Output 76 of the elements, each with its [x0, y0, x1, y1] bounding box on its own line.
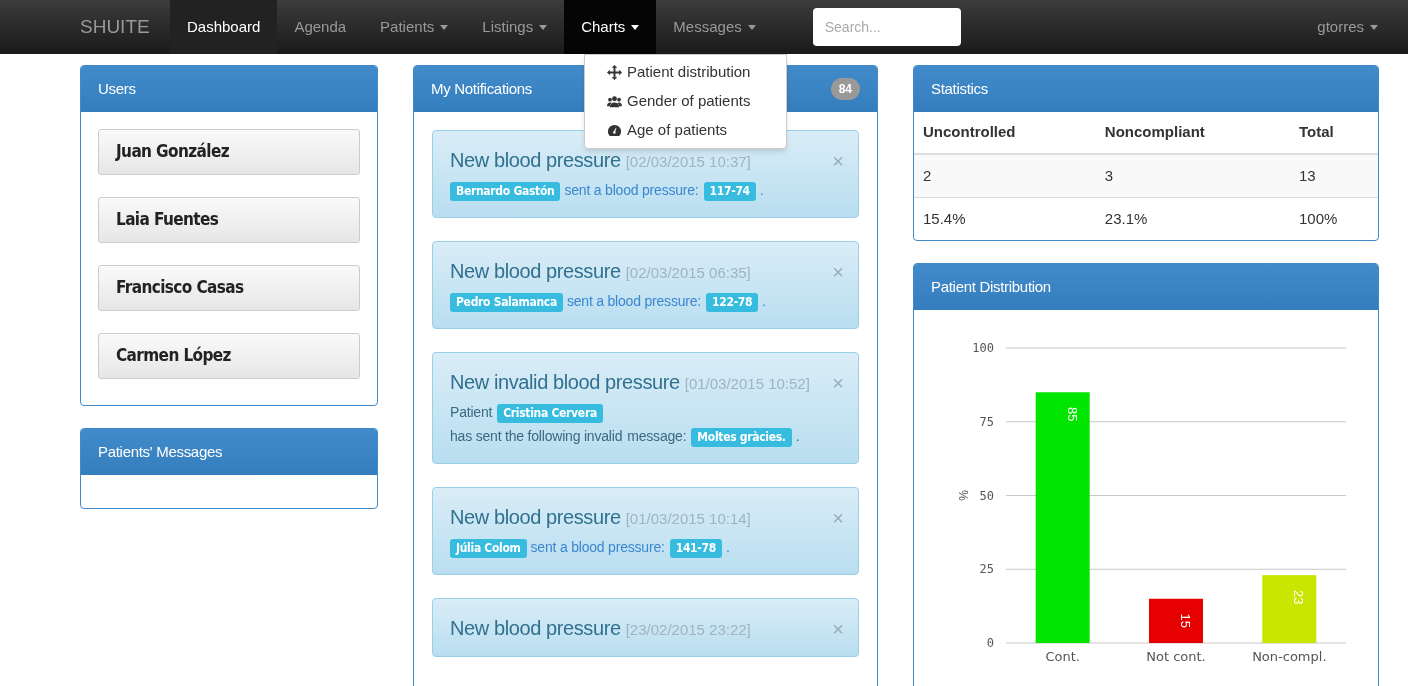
link-text: sent a blood pressure:: [564, 182, 699, 198]
y-tick-label: 50: [979, 488, 994, 503]
nav-item[interactable]: Dashboard: [170, 0, 278, 54]
message-text: has sent the following invalid: [450, 428, 623, 444]
column-header: Total: [1290, 112, 1378, 154]
dropdown-item[interactable]: Patient distribution: [585, 58, 786, 87]
message-text: .: [795, 428, 800, 444]
panel-title: Patient Distribution: [931, 276, 1051, 297]
nav-item[interactable]: Agenda: [277, 0, 364, 54]
user-button[interactable]: Laia Fuentes: [98, 197, 360, 243]
bar: [1262, 575, 1317, 643]
link-text: sent a blood pressure:: [530, 539, 665, 555]
nav-item[interactable]: Charts: [564, 0, 657, 54]
move-arrows-icon: [607, 65, 622, 80]
panel-title: Users: [98, 78, 136, 99]
table-cell: 100%: [1290, 197, 1378, 240]
x-tick-label: Non-compl.: [1252, 649, 1327, 664]
panel-title: My Notifications: [431, 78, 533, 99]
column-header: Noncompliant: [1095, 112, 1290, 154]
bar-value-label: 15: [1178, 613, 1193, 628]
gauge-icon: [607, 123, 622, 138]
nav-item[interactable]: Listings: [465, 0, 565, 54]
brand-link[interactable]: SHUITE: [80, 0, 170, 54]
caret-icon: [440, 24, 449, 30]
panel-title: Patients' Messages: [98, 441, 223, 462]
table-cell: 3: [1095, 154, 1290, 197]
users-icon: [607, 94, 622, 109]
notification-title: New blood pressure: [450, 617, 621, 639]
label-tag: Pedro Salamanca: [450, 293, 563, 312]
label-tag: 122-78: [706, 293, 759, 312]
y-tick-label: 25: [979, 562, 994, 577]
label-tag: 117-74: [703, 182, 756, 201]
label-tag: 141-78: [669, 539, 722, 558]
label-tag: Moltes gràcies.: [691, 428, 792, 447]
notification-title: New blood pressure: [450, 506, 621, 528]
link-text: .: [759, 182, 764, 198]
notification-title: New invalid blood pressure: [450, 371, 680, 393]
bar: [1149, 598, 1203, 643]
notification-title: New blood pressure: [450, 149, 621, 171]
x-tick-label: Not cont.: [1146, 649, 1206, 664]
notification-title: New blood pressure: [450, 260, 621, 282]
link-text: .: [762, 293, 766, 309]
bar-value-label: 23: [1291, 589, 1307, 605]
column-header: Uncontrolled: [914, 112, 1096, 154]
user-button[interactable]: Juan González: [98, 129, 360, 175]
user-button[interactable]: Francisco Casas: [98, 265, 360, 311]
table-cell: 2: [914, 154, 1096, 197]
y-tick-label: 75: [979, 414, 994, 429]
message-text: message:: [627, 428, 687, 444]
search-field[interactable]: Search...: [812, 8, 961, 46]
table-cell: 15.4%: [914, 197, 1096, 240]
message-text: Patient: [450, 404, 493, 420]
label-tag: Cristina Cervera: [497, 404, 603, 423]
y-tick-label: 100: [972, 341, 994, 355]
caret-icon: [1370, 24, 1378, 30]
dropdown-item[interactable]: Age of patients: [585, 116, 786, 145]
table-cell: 13: [1290, 154, 1378, 197]
y-tick-label: 0: [986, 636, 994, 650]
caret-icon: [747, 24, 756, 30]
caret-icon: [631, 24, 640, 30]
user-button[interactable]: Carmen López: [98, 333, 360, 379]
panel-title: Statistics: [931, 78, 988, 99]
label-tag: Bernardo Gastón: [450, 182, 561, 201]
y-axis-label: %: [957, 490, 971, 501]
nav-item[interactable]: Messages: [656, 0, 773, 54]
dropdown-item[interactable]: Gender of patients: [585, 87, 786, 116]
x-tick-label: Cont.: [1045, 649, 1080, 664]
bar-value-label: 85: [1064, 407, 1080, 422]
caret-icon: [539, 24, 548, 30]
link-text: .: [725, 539, 730, 555]
notification-count-badge: 84: [830, 78, 860, 100]
table-cell: 23.1%: [1095, 197, 1290, 240]
user-menu[interactable]: gtorres: [1317, 0, 1378, 54]
link-text: sent a blood pressure:: [566, 293, 702, 309]
nav-item[interactable]: Patients: [363, 0, 466, 54]
label-tag: Júlia Colom: [450, 539, 527, 558]
